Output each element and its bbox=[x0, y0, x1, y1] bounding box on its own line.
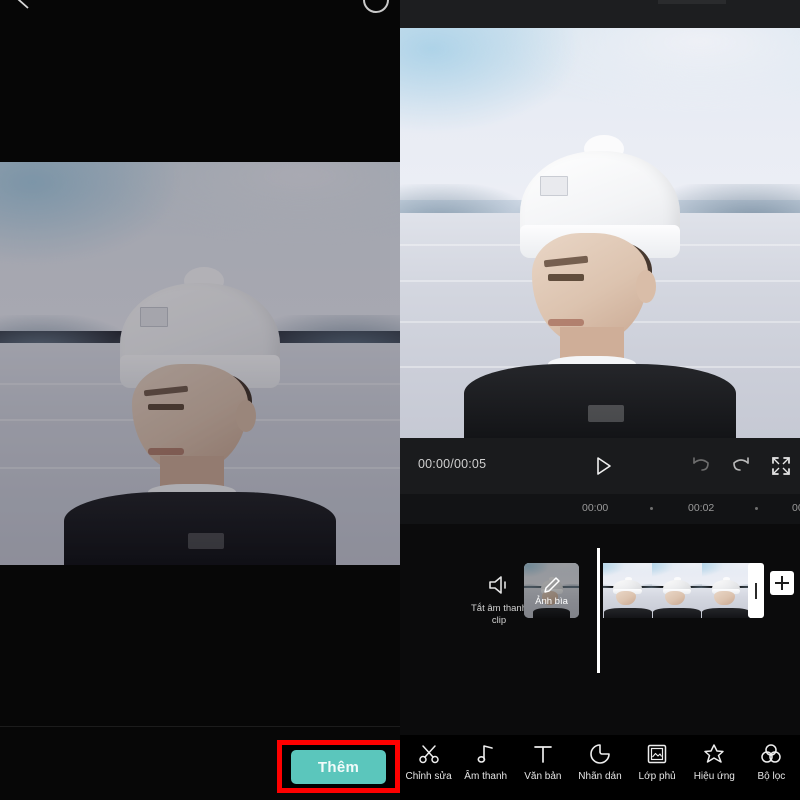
sticker-icon bbox=[589, 743, 611, 765]
right-panel: 00:00/00:05 00:00 00:02 0 Tắt âm thanh c… bbox=[400, 0, 800, 800]
back-chevron-icon[interactable] bbox=[14, 0, 34, 10]
tool-filter[interactable]: Bộ lọc bbox=[743, 735, 800, 782]
divider bbox=[0, 726, 400, 727]
overlay-image-icon bbox=[646, 743, 668, 765]
tool-effects[interactable]: Hiệu ứng bbox=[686, 735, 743, 782]
beanie-tag bbox=[540, 175, 568, 197]
plus-icon[interactable] bbox=[770, 571, 794, 595]
ruler-label: 00 bbox=[792, 502, 800, 514]
playback-control-bar: 00:00/00:05 bbox=[400, 438, 800, 494]
mute-speaker-icon bbox=[487, 574, 511, 596]
tool-label: Lớp phủ bbox=[638, 771, 676, 782]
dim-overlay bbox=[0, 162, 400, 565]
music-note-icon bbox=[475, 743, 497, 765]
video-scene bbox=[400, 28, 800, 438]
header-stub bbox=[658, 0, 726, 4]
ruler-label: 00:02 bbox=[688, 502, 715, 514]
ear bbox=[636, 269, 656, 303]
ruler-tick-dot bbox=[650, 507, 653, 510]
shirt bbox=[464, 364, 736, 438]
tool-label: Nhãn dán bbox=[578, 771, 622, 782]
tool-text[interactable]: Văn bản bbox=[514, 735, 571, 782]
mute-clip-button[interactable]: Tắt âm thanh clip bbox=[467, 574, 531, 627]
pencil-icon bbox=[543, 576, 561, 594]
right-top-bar bbox=[400, 0, 800, 28]
timecode-display: 00:00/00:05 bbox=[418, 457, 487, 471]
left-panel: Thêm bbox=[0, 0, 400, 800]
video-clip-strip[interactable] bbox=[603, 563, 751, 618]
lips bbox=[548, 319, 584, 326]
tool-label: Bộ lọc bbox=[757, 771, 786, 782]
play-icon[interactable] bbox=[592, 455, 614, 477]
trim-handle-icon[interactable] bbox=[748, 563, 764, 618]
clip-frame bbox=[603, 563, 653, 618]
tool-label: Chỉnh sửa bbox=[405, 771, 452, 782]
tool-edit[interactable]: Chỉnh sửa bbox=[400, 735, 457, 782]
ruler-label: 00:00 bbox=[582, 502, 609, 514]
undo-icon[interactable] bbox=[690, 455, 712, 477]
clip-frame bbox=[701, 563, 751, 618]
scissors-icon bbox=[418, 743, 440, 765]
cover-image-label: Ảnh bìa bbox=[535, 596, 568, 607]
circle-icon[interactable] bbox=[363, 0, 389, 13]
timeline-ruler[interactable]: 00:00 00:02 00 bbox=[400, 494, 800, 524]
sparkle-star-icon bbox=[703, 743, 725, 765]
tool-audio[interactable]: Âm thanh bbox=[457, 735, 514, 782]
add-button[interactable]: Thêm bbox=[291, 750, 386, 784]
cover-image-button[interactable]: Ảnh bìa bbox=[524, 563, 579, 618]
tool-label: Văn bản bbox=[524, 771, 562, 782]
tool-label: Hiệu ứng bbox=[693, 771, 735, 782]
right-video-preview[interactable] bbox=[400, 28, 800, 438]
text-t-icon bbox=[532, 743, 554, 765]
tool-sticker[interactable]: Nhãn dán bbox=[571, 735, 628, 782]
ruler-tick-dot bbox=[755, 507, 758, 510]
shirt-logo bbox=[588, 405, 624, 422]
tool-label: Âm thanh bbox=[464, 771, 508, 782]
timeline-area: Tắt âm thanh clip Ảnh bìa bbox=[400, 524, 800, 735]
capcut-editor-screenshot: Thêm 00:00/00:05 00:00 00:02 0 Tắt âm th… bbox=[0, 0, 800, 800]
bottom-toolbar: Chỉnh sửa Âm thanh Văn bản Nhãn dán Lớp … bbox=[400, 735, 800, 800]
left-video-preview[interactable] bbox=[0, 162, 400, 565]
expand-icon[interactable] bbox=[770, 455, 792, 477]
playhead[interactable] bbox=[597, 548, 600, 673]
filter-circles-icon bbox=[760, 743, 782, 765]
clip-frame bbox=[652, 563, 702, 618]
left-top-bar bbox=[0, 0, 400, 162]
eye bbox=[548, 274, 584, 281]
tool-overlay[interactable]: Lớp phủ bbox=[629, 735, 686, 782]
add-button-label: Thêm bbox=[317, 758, 360, 776]
mute-clip-label: Tắt âm thanh clip bbox=[471, 603, 527, 626]
redo-icon[interactable] bbox=[730, 455, 752, 477]
